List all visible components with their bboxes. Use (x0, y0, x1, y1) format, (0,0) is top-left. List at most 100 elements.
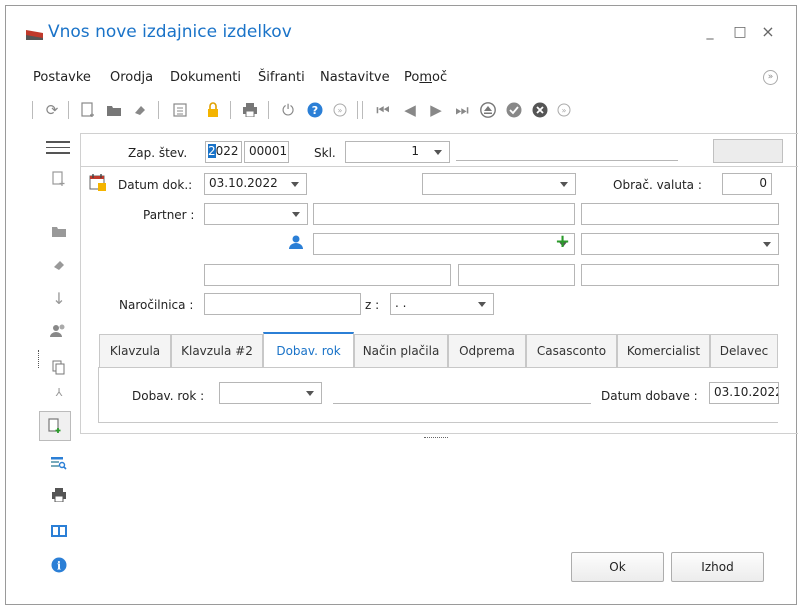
menu-pomoc[interactable]: Pomoč (404, 70, 447, 85)
toolbar-separator (230, 101, 231, 119)
tab-komercialist[interactable]: Komercialist (617, 334, 710, 367)
menu-nastavitve[interactable]: Nastavitve (320, 70, 390, 85)
toolbar-separator (357, 101, 358, 119)
zap-year-input[interactable]: 2022 (205, 141, 242, 163)
last-record-icon[interactable]: ⏭ (452, 99, 472, 121)
menu-pomoc-mnemonic: m (419, 70, 433, 85)
tab-klavzula[interactable]: Klavzula (99, 334, 171, 367)
power-icon[interactable]: ⏻ (278, 99, 298, 121)
tab-dobav-rok[interactable]: Dobav. rok (263, 332, 354, 367)
menu-orodja[interactable]: Orodja (110, 70, 153, 85)
collapse-menu-icon[interactable]: » (763, 70, 778, 85)
address-input[interactable] (204, 264, 451, 286)
partner-code-select[interactable] (204, 203, 308, 225)
lock-icon[interactable] (203, 99, 223, 121)
currency-select[interactable] (422, 173, 576, 195)
sidebar-print-icon[interactable] (46, 482, 72, 508)
obrac-valuta-input[interactable]: 0 (722, 173, 772, 195)
tab-odprema[interactable]: Odprema (448, 334, 526, 367)
narocilnica-label: Naročilnica : (119, 298, 194, 312)
menu-sifranti[interactable]: Šifranti (258, 70, 305, 85)
zap-year-rest: 022 (215, 144, 239, 158)
svg-text:?: ? (312, 104, 318, 117)
tab-delavec[interactable]: Delavec (710, 334, 778, 367)
calculator-icon[interactable] (170, 99, 190, 121)
dobav-rok-label: Dobav. rok : (132, 389, 205, 403)
splitter-handle[interactable] (424, 437, 448, 438)
partner-name-input[interactable] (313, 203, 575, 225)
svg-text:i: i (57, 560, 61, 573)
confirm-icon[interactable] (504, 99, 524, 121)
previous-record-icon[interactable]: ◀ (400, 99, 420, 121)
sidebar-new-icon[interactable] (46, 166, 72, 192)
sidebar-grip (38, 350, 39, 368)
contact-person-icon[interactable] (288, 234, 304, 250)
sidebar-info-icon[interactable]: i (46, 552, 72, 578)
cancel-icon[interactable] (530, 99, 550, 121)
open-folder-icon[interactable] (104, 99, 124, 121)
zap-number-input[interactable]: 00001 (244, 141, 289, 163)
eject-icon[interactable] (478, 99, 498, 121)
city-input[interactable] (581, 264, 779, 286)
obrac-valuta-label: Obrač. valuta : (613, 178, 702, 192)
add-contact-plus-icon[interactable]: + (555, 232, 570, 252)
panel-bottom-border (80, 433, 798, 434)
eraser-icon[interactable] (130, 99, 150, 121)
first-record-icon[interactable]: ⏮ (373, 99, 393, 121)
zap-stev-label: Zap. štev. (128, 146, 188, 160)
datum-dobave-input[interactable]: 03.10.2022 (709, 382, 779, 404)
izhod-button[interactable]: Izhod (671, 552, 764, 582)
header-divider (81, 166, 798, 167)
sidebar-search-table-icon[interactable] (46, 450, 72, 476)
partner-extra-input[interactable] (581, 203, 779, 225)
hamburger-menu-icon[interactable] (46, 140, 70, 154)
sidebar-split-icon[interactable]: ⅄ (46, 385, 72, 399)
toolbar-separator (68, 101, 69, 119)
skl-description-field[interactable] (456, 160, 678, 161)
sidebar-copy-icon[interactable] (46, 355, 72, 381)
status-box (713, 139, 783, 163)
toolbar-grip (32, 101, 33, 119)
post-code-input[interactable] (458, 264, 575, 286)
skl-label: Skl. (314, 146, 336, 160)
skl-select[interactable]: 1 (345, 141, 450, 163)
toolbar-separator (158, 101, 159, 119)
sidebar-down-arrow-icon[interactable]: ↓ (46, 285, 72, 311)
datum-dok-label: Datum dok.: (118, 178, 193, 192)
menu-postavke[interactable]: Postavke (33, 70, 91, 85)
partner-label: Partner : (143, 208, 195, 222)
contact-select[interactable] (313, 233, 575, 255)
sidebar-folder-icon[interactable] (46, 218, 72, 244)
ok-button[interactable]: Ok (571, 552, 664, 582)
maximize-button[interactable]: □ (732, 24, 748, 40)
expand-toolbar-icon[interactable]: » (330, 99, 350, 121)
print-icon[interactable] (240, 99, 260, 121)
calendar-icon[interactable] (89, 173, 107, 191)
datum-dobave-label: Datum dobave : (601, 389, 698, 403)
contact-extra-select[interactable] (581, 233, 779, 255)
tab-klavzula-2[interactable]: Klavzula #2 (171, 334, 263, 367)
next-record-icon[interactable]: ▶ (426, 99, 446, 121)
menu-dokumenti[interactable]: Dokumenti (170, 70, 241, 85)
refresh-icon[interactable]: ⟳ (42, 99, 62, 121)
svg-text:»: » (562, 106, 567, 115)
datum-dok-select[interactable]: 03.10.2022 (204, 173, 307, 195)
minimize-button[interactable]: _ (702, 24, 718, 40)
new-document-icon[interactable] (78, 99, 98, 121)
z-label: z : (365, 298, 380, 312)
narocilnica-input[interactable] (204, 293, 361, 315)
tab-nacin-placila[interactable]: Način plačila (354, 334, 448, 367)
sidebar-eraser-icon[interactable] (46, 252, 72, 278)
dobav-rok-select[interactable] (219, 382, 322, 404)
dobav-rok-description-field[interactable] (333, 403, 591, 404)
sidebar-new-document-button[interactable] (39, 411, 71, 441)
close-button[interactable]: × (760, 22, 776, 41)
sidebar-panel-icon[interactable] (46, 518, 72, 544)
toolbar-separator (268, 101, 269, 119)
more-actions-icon[interactable]: » (554, 99, 574, 121)
help-icon[interactable]: ? (305, 99, 325, 121)
sidebar-users-icon[interactable] (46, 318, 72, 344)
window-title: Vnos nove izdajnice izdelkov (48, 22, 292, 42)
tab-casasconto[interactable]: Casasconto (526, 334, 617, 367)
narocilnica-date-select[interactable]: . . (390, 293, 494, 315)
